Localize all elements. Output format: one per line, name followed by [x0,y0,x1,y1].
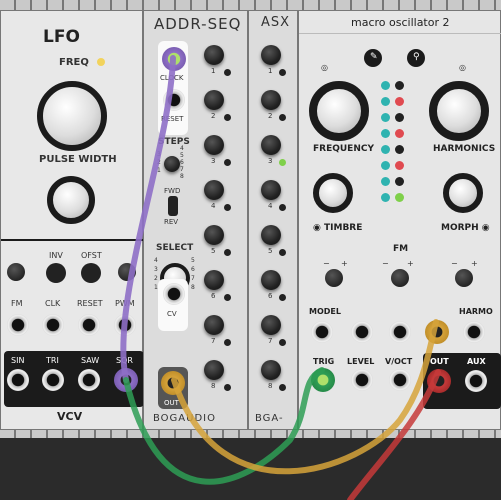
purple-cable[interactable] [120,55,176,383]
red-cable[interactable] [347,369,441,500]
green-cable[interactable] [123,367,325,485]
patch-cables [120,55,441,500]
